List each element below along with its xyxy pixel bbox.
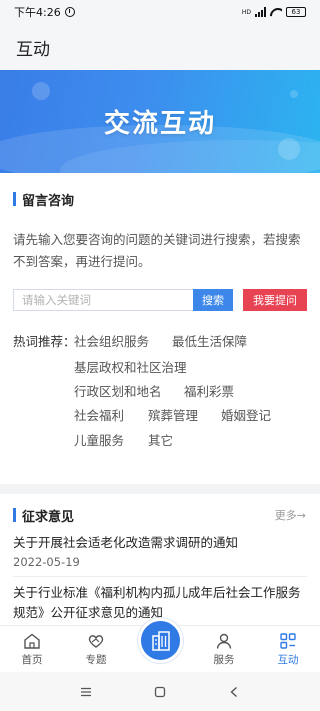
nav-item-home[interactable]: 首页 (0, 626, 64, 673)
status-bar: 下午4:26 HD 63 (0, 0, 320, 24)
grid-icon (280, 632, 296, 649)
menu-icon[interactable] (79, 685, 93, 699)
notice-date: 2022-05-19 (13, 555, 80, 569)
back-icon[interactable] (227, 685, 241, 699)
hot-keyword[interactable]: 殡葬管理 (148, 405, 198, 424)
alarm-icon (64, 7, 75, 17)
nav-item-topics[interactable]: 专题 (64, 626, 128, 673)
app-header: 互动 (0, 24, 320, 70)
hot-keyword[interactable]: 社会福利 (74, 405, 124, 424)
battery-icon: 63 (286, 7, 306, 17)
hot-keywords-label: 热词推荐： (13, 334, 76, 349)
heart-hands-icon (88, 634, 104, 648)
wifi-icon (270, 8, 282, 17)
section-accent-bar (13, 192, 16, 206)
status-bar-right: HD 63 (242, 7, 306, 17)
hot-keyword[interactable]: 其它 (148, 430, 173, 449)
consult-section-title: 留言咨询 (22, 193, 75, 209)
home-icon (24, 633, 40, 649)
notice-title[interactable]: 关于行业标准《福利机构内孤儿成年后社会工作服务规范》公开征求意见的通知 (13, 583, 309, 623)
banner: 交流互动 (0, 70, 320, 173)
consult-section-header: 留言咨询 (0, 188, 320, 210)
keyword-search-input[interactable] (13, 289, 193, 311)
status-time: 下午4:26 (14, 6, 61, 19)
notice-title[interactable]: 关于开展社会适老化改造需求调研的通知 (13, 533, 309, 553)
banner-bubble (278, 138, 300, 160)
page-title: 互动 (16, 39, 50, 60)
consult-intro-text: 请先输入您要咨询的问题的关键词进行搜索，若搜索不到答案，再进行提问。 (13, 232, 301, 269)
system-navigation-bar (0, 672, 320, 711)
ask-question-button[interactable]: 我要提问 (243, 289, 307, 311)
home-square-icon[interactable] (153, 685, 167, 699)
hot-keyword[interactable]: 儿童服务 (74, 430, 124, 449)
status-bar-left: 下午4:26 (14, 4, 75, 20)
opinions-section-header: 征求意见 更多→ (0, 504, 320, 526)
opinions-section-title: 征求意见 (22, 509, 75, 525)
network-label: HD (241, 8, 251, 16)
battery-level: 63 (291, 7, 301, 16)
nav-label: 首页 (21, 653, 43, 666)
section-divider (0, 484, 320, 494)
banner-bubble (32, 82, 50, 100)
search-button[interactable]: 搜索 (193, 289, 233, 311)
hot-keyword[interactable]: 行政区划和地名 (74, 381, 162, 400)
hot-keyword[interactable]: 社会组织服务 (74, 331, 149, 350)
banner-bubble (290, 90, 298, 98)
person-icon (216, 633, 232, 649)
signal-icon (255, 7, 266, 17)
hot-keyword[interactable]: 最低生活保障 (172, 331, 247, 350)
more-link[interactable]: 更多→ (275, 507, 306, 523)
hot-keyword[interactable]: 福利彩票 (184, 381, 234, 400)
banner-title: 交流互动 (103, 109, 216, 139)
nav-item-services[interactable]: 服务 (192, 626, 256, 673)
nav-label: 互动 (277, 653, 299, 666)
notice-separator (13, 576, 307, 577)
nav-label: 服务 (213, 653, 235, 666)
hot-keyword[interactable]: 婚姻登记 (221, 405, 271, 424)
nav-item-interaction[interactable]: 互动 (256, 626, 320, 673)
nav-label: 专题 (85, 653, 107, 666)
nav-item-center[interactable] (138, 618, 183, 663)
building-icon (151, 630, 170, 651)
hot-keyword[interactable]: 基层政权和社区治理 (74, 357, 187, 376)
section-accent-bar (13, 508, 16, 522)
